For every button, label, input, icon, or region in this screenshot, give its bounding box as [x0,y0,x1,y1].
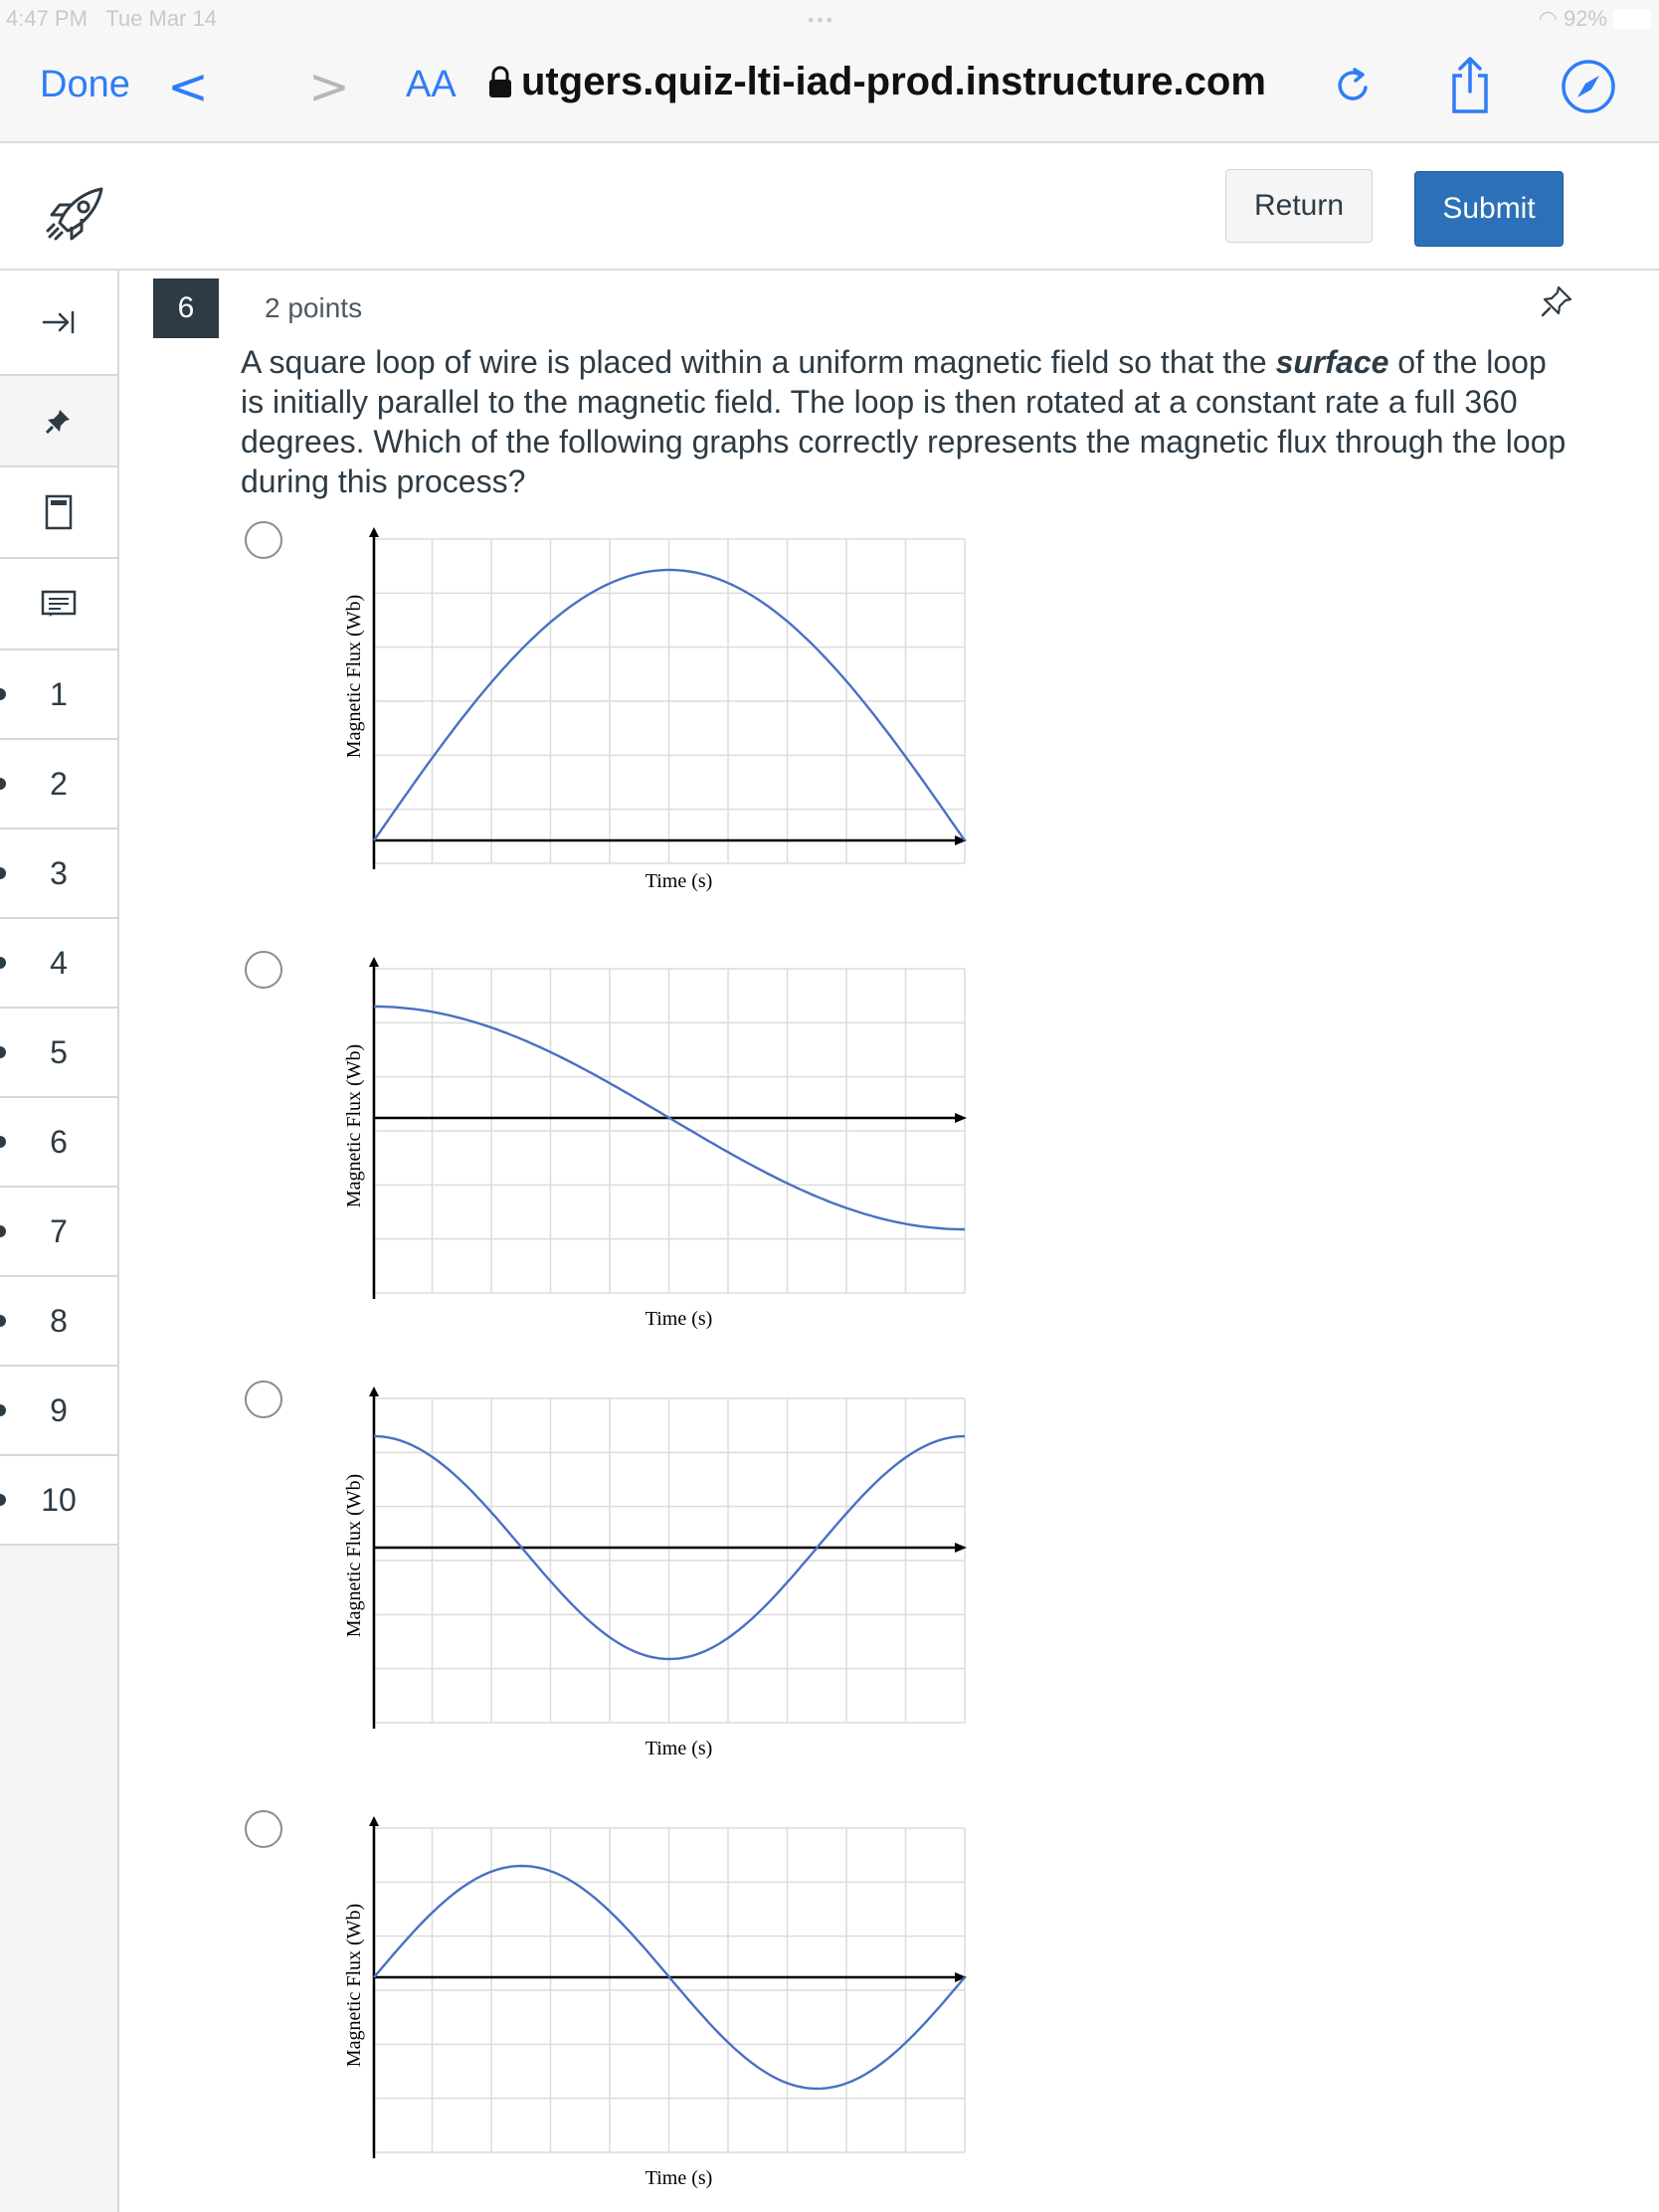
y-axis-arrow [369,527,379,537]
question-nav-dot [0,1494,6,1506]
calculator-icon [45,494,73,530]
rocket-icon [46,187,103,241]
compass-icon[interactable] [1560,58,1617,115]
pinned-questions-button[interactable] [0,376,117,467]
question-nav-label: 10 [41,1481,77,1518]
question-nav-sidebar: 1 2 3 4 5 6 7 8 9 10 [0,271,119,2212]
question-nav-dot [0,867,6,879]
question-nav-dot [0,1046,6,1058]
done-button[interactable]: Done [40,64,130,106]
question-nav-label: 9 [50,1391,68,1428]
question-nav-item[interactable]: 6 [0,1098,117,1188]
question-nav-dot [0,1315,6,1327]
battery-percent: 92% [1563,6,1607,31]
battery-icon [1613,9,1651,29]
y-axis-label: Magnetic Flux (Wb) [343,595,365,758]
status-bar: 4:47 PM Tue Mar 14 ••• ◠ 92% [0,0,1659,40]
pin-question-icon[interactable] [1540,284,1573,318]
multitask-dots-icon[interactable]: ••• [808,10,835,31]
collapse-arrow-icon [42,310,75,334]
flux-graph-a[interactable]: Time (s) Magnetic Flux (Wb) [338,527,975,905]
question-nav-item[interactable]: 3 [0,830,117,919]
question-nav-label: 3 [50,854,68,891]
address-bar-url[interactable]: utgers.quiz-lti-iad-prod.instructure.com [521,60,1266,104]
status-time: 4:47 PM Tue Mar 14 [6,6,217,31]
question-nav-label: 2 [50,765,68,802]
lock-icon [489,66,511,97]
notes-icon [41,590,77,617]
question-nav-label: 5 [50,1033,68,1070]
question-nav-dot [0,1136,6,1148]
question-points: 2 points [265,292,363,323]
calculator-button[interactable] [0,467,117,559]
question-nav-dot [0,1225,6,1237]
flux-graph-b[interactable]: Time (s) Magnetic Flux (Wb) [338,957,975,1335]
y-axis-arrow [369,957,379,967]
text-size-button[interactable]: AA [406,64,457,106]
x-axis-label: Time (s) [645,1738,713,1759]
x-axis-label: Time (s) [645,2167,713,2189]
question-nav-label: 6 [50,1123,68,1160]
flux-graph-d[interactable]: Time (s) Magnetic Flux (Wb) [338,1816,975,2194]
question-nav-dot [0,778,6,790]
answer-radio-d[interactable] [245,1810,282,1848]
return-button[interactable]: Return [1225,169,1373,243]
question-nav-item[interactable]: 8 [0,1277,117,1367]
y-axis-arrow [369,1386,379,1396]
question-nav-label: 1 [50,675,68,712]
x-axis-label: Time (s) [645,870,713,892]
y-axis-label: Magnetic Flux (Wb) [343,1044,365,1207]
flux-graph-c[interactable]: Time (s) Magnetic Flux (Wb) [338,1386,975,1764]
collapse-sidebar-button[interactable] [0,271,117,376]
pin-icon [46,410,70,434]
reload-icon[interactable] [1333,66,1373,107]
answer-radio-c[interactable] [245,1381,282,1418]
answer-radio-b[interactable] [245,951,282,989]
question-nav-item[interactable]: 7 [0,1188,117,1277]
battery-indicator: ◠ 92% [1539,6,1651,32]
answer-radio-a[interactable] [245,521,282,559]
question-number-badge: 6 [153,278,219,338]
back-chevron-icon[interactable]: < [167,58,209,115]
submit-button[interactable]: Submit [1414,171,1564,247]
question-emphasis: surface [1275,344,1389,380]
question-nav-dot [0,688,6,700]
question-nav-item[interactable]: 5 [0,1009,117,1098]
y-axis-label: Magnetic Flux (Wb) [343,1474,365,1637]
question-nav-label: 7 [50,1212,68,1249]
question-text: A square loop of wire is placed within a… [241,344,1567,499]
question-nav-item[interactable]: 2 [0,740,117,830]
share-icon[interactable] [1446,54,1494,115]
question-nav-dot [0,1404,6,1416]
question-nav-item[interactable]: 4 [0,919,117,1009]
question-nav-item[interactable]: 1 [0,650,117,740]
y-axis-arrow [369,1816,379,1826]
question-nav-item[interactable]: 9 [0,1367,117,1456]
forward-chevron-icon[interactable]: > [308,58,350,115]
y-axis-label: Magnetic Flux (Wb) [343,1904,365,2067]
question-nav-item[interactable]: 10 [0,1456,117,1546]
notes-button[interactable] [0,559,117,650]
question-nav-label: 4 [50,944,68,981]
quiz-header: Return Submit [0,145,1659,271]
browser-toolbar: Done < > AA utgers.quiz-lti-iad-prod.ins… [0,40,1659,143]
question-nav-label: 8 [50,1302,68,1339]
x-axis-label: Time (s) [645,1308,713,1330]
wifi-icon: ◠ [1538,6,1558,31]
question-nav-dot [0,957,6,969]
